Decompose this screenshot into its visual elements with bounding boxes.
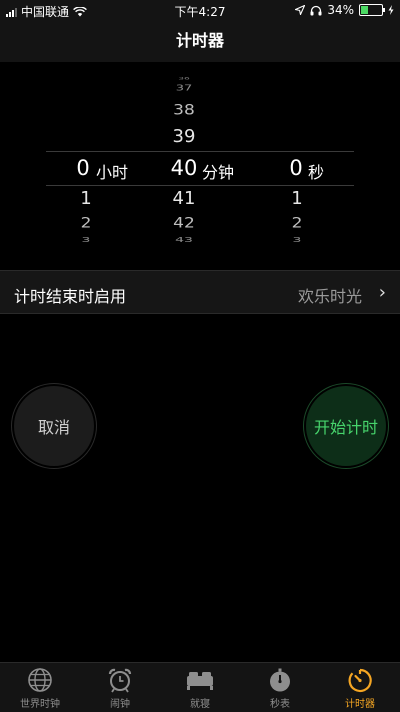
tab-world-clock[interactable]: 世界时钟 [0,667,80,710]
battery-cap [383,8,385,12]
tab-timer[interactable]: 计时器 [320,667,400,710]
status-bar: 中国联通 下午4:27 34% [0,0,400,20]
cancel-button-label: 取消 [37,418,70,437]
tab-label: 计时器 [345,699,375,710]
picker-hours-value[interactable]: 0 [72,156,94,180]
when-timer-ends-row[interactable]: 计时结束时启用 欢乐时光 › [0,271,400,313]
picker-seconds-unit: 秒 [307,163,324,182]
timer-icon [348,668,372,693]
tab-label: 秒表 [270,699,290,710]
picker-minutes-unit: 分钟 [201,163,234,182]
picker-minute-option[interactable]: 37 [160,84,208,93]
tab-label: 就寝 [190,699,210,710]
timer-duration-picker[interactable]: 36 37 38 39 0 小时 40 分钟 0 秒 1 41 1 2 42 2… [0,62,400,262]
battery-fill [361,6,368,14]
when-timer-ends-label: 计时结束时启用 [14,287,127,306]
battery-icon [359,4,385,16]
picker-minute-option[interactable]: 36 [160,77,208,81]
stopwatch-icon [270,668,290,692]
page-title: 计时器 [175,31,224,50]
cancel-button[interactable]: 取消 [14,386,94,466]
start-timer-button-label: 开始计时 [313,418,378,437]
tab-label: 世界时钟 [20,699,60,710]
picker-second-option[interactable]: 3 [285,236,309,244]
bed-icon [187,672,213,690]
ringtone-value: 欢乐时光 [297,287,362,306]
charging-bolt-icon [388,5,394,15]
location-icon [295,5,306,15]
status-right: 34% [295,3,394,17]
picker-seconds-value[interactable]: 0 [285,156,307,180]
divider [0,313,400,314]
battery-percent: 34% [327,3,354,17]
picker-hours-unit: 小时 [95,163,128,182]
tab-alarm[interactable]: 闹钟 [80,667,160,710]
picker-minute-option[interactable]: 43 [160,236,208,244]
picker-minute-option[interactable]: 42 [160,215,208,232]
picker-minute-option[interactable]: 41 [160,188,208,209]
picker-minute-option[interactable]: 39 [160,126,208,147]
headphones-icon [310,5,322,15]
picker-minutes-value[interactable]: 40 [168,156,200,180]
chevron-right-icon: › [378,282,386,303]
start-timer-button[interactable]: 开始计时 [306,386,386,466]
nav-bar: 计时器 [0,20,400,62]
alarm-clock-icon [108,668,132,693]
tab-stopwatch[interactable]: 秒表 [240,667,320,710]
picker-second-option[interactable]: 1 [285,188,309,209]
picker-minute-option[interactable]: 38 [160,102,208,119]
tab-bar: 世界时钟 闹钟 就寝 秒表 计时器 [0,662,400,712]
picker-hour-option[interactable]: 3 [74,236,98,244]
tab-label: 闹钟 [110,699,130,710]
picker-second-option[interactable]: 2 [285,215,309,232]
tab-bedtime[interactable]: 就寝 [160,667,240,710]
picker-hour-option[interactable]: 1 [74,188,98,209]
picker-hour-option[interactable]: 2 [74,215,98,232]
globe-icon [28,668,52,692]
